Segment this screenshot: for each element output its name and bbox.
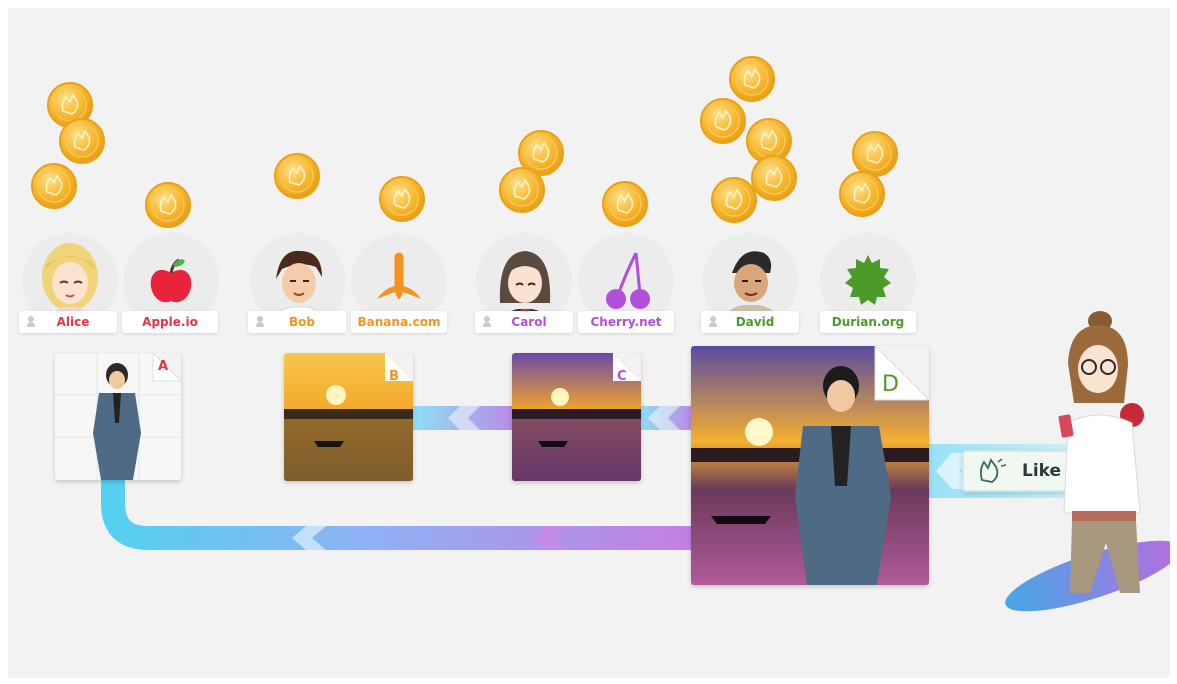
- coin-icon: [59, 118, 105, 164]
- diagram-canvas: Alice Apple.io Bob Banana.com Carol Cher…: [8, 8, 1170, 678]
- person-icon: [483, 316, 491, 328]
- site-card-banana: Banana.com: [351, 311, 447, 333]
- person-icon: [256, 316, 264, 328]
- site-name: Apple.io: [142, 315, 198, 329]
- coin-icon: [751, 155, 797, 201]
- site-card-cherry: Cherry.net: [578, 311, 674, 333]
- name-card-carol: Carol: [475, 311, 573, 333]
- coin-icon: [274, 153, 320, 199]
- coin-icon: [602, 181, 648, 227]
- participant-name: Alice: [56, 315, 90, 329]
- participant-name: Carol: [511, 315, 547, 329]
- coin-icon: [31, 163, 77, 209]
- reader-character: [1058, 311, 1144, 593]
- name-card-alice: Alice: [19, 311, 117, 333]
- person-icon: [27, 316, 35, 328]
- document-letter: A: [158, 359, 169, 374]
- document-letter: D: [882, 372, 899, 397]
- coin-layer: [31, 56, 898, 228]
- site-name: Durian.org: [831, 315, 905, 329]
- participant-name: Bob: [289, 315, 315, 329]
- coin-icon: [379, 176, 425, 222]
- site-card-durian: Durian.org: [820, 311, 916, 333]
- document-a: A: [55, 353, 181, 480]
- site-card-apple: Apple.io: [122, 311, 218, 333]
- name-card-bob: Bob: [248, 311, 346, 333]
- participant-name: David: [735, 315, 775, 329]
- document-d: D: [691, 346, 929, 585]
- document-c: C: [512, 353, 641, 481]
- site-name: Cherry.net: [590, 315, 662, 329]
- coin-icon: [839, 171, 885, 217]
- document-letter: B: [389, 369, 399, 384]
- coin-icon: [145, 182, 191, 228]
- site-name: Banana.com: [357, 315, 441, 329]
- coin-icon: [499, 167, 545, 213]
- document-b: B: [284, 353, 413, 481]
- coin-icon: [729, 56, 775, 102]
- coin-icon: [700, 98, 746, 144]
- coin-icon: [711, 177, 757, 223]
- coin-icon: [852, 131, 898, 177]
- person-icon: [709, 316, 717, 328]
- clap-hands-icon: [979, 458, 1007, 483]
- name-card-david: David: [701, 311, 799, 333]
- document-letter: C: [617, 369, 627, 384]
